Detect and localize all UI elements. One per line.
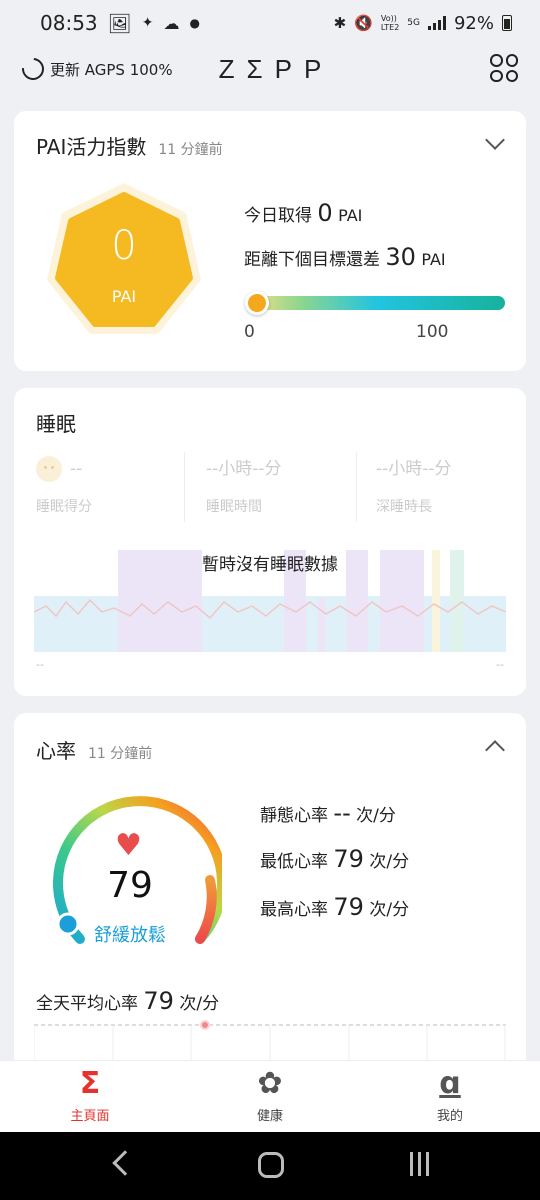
battery-icon xyxy=(502,15,512,31)
resting-label: 靜態心率 xyxy=(260,806,328,826)
nav-home[interactable]: Σ 主頁面 xyxy=(0,1061,180,1132)
pai-today-label: 今日取得 xyxy=(244,206,312,226)
pai-progress-max: 100 xyxy=(416,322,449,342)
sleep-time-value: --小時--分 xyxy=(206,459,282,479)
pai-today-value: 0 xyxy=(317,199,333,227)
agps-sync-text: 更新 AGPS 100% xyxy=(50,60,173,79)
sleep-divider xyxy=(356,452,357,522)
volte-indicator: Vo)) LTE2 xyxy=(380,14,400,32)
sync-spinner-icon xyxy=(17,53,49,85)
avg-value: 79 xyxy=(143,987,174,1015)
resting-heart-rate: 靜態心率 -- 次/分 xyxy=(260,799,396,827)
pai-remaining: 距離下個目標還差 30 PAI xyxy=(244,243,446,271)
nav-home-label: 主頁面 xyxy=(70,1109,110,1124)
home-icon[interactable] xyxy=(258,1152,284,1178)
pai-progress-knob xyxy=(245,291,269,315)
health-icon: ✿ xyxy=(257,1066,283,1101)
max-heart-rate: 最高心率 79 次/分 xyxy=(260,893,409,921)
pai-updated-time: 11 分鐘前 xyxy=(158,142,223,158)
zepp-logo: ZΣPP xyxy=(218,53,334,84)
pai-card-header: PAI活力指數 11 分鐘前 xyxy=(36,131,223,160)
status-time: 08:53 xyxy=(40,11,98,35)
sleep-score-value: -- xyxy=(70,459,83,479)
nav-health-label: 健康 xyxy=(256,1109,283,1124)
bottom-navigation: Σ 主頁面 ✿ 健康 ɑ 我的 xyxy=(0,1060,540,1132)
sleep-title: 睡眠 xyxy=(36,412,76,436)
pai-progress-min: 0 xyxy=(244,322,255,342)
assistant-notification-icon: ✦ xyxy=(141,15,154,31)
sleep-face-icon xyxy=(36,456,62,482)
heart-rate-card[interactable]: 心率 11 分鐘前 ♥ 79 舒緩放鬆 靜態心率 -- 次/分 最低心率 79 … xyxy=(14,713,526,1113)
nav-profile-label: 我的 xyxy=(436,1109,463,1124)
sleep-deep: --小時--分 深睡時長 xyxy=(376,456,452,516)
profile-icon: ɑ xyxy=(439,1066,461,1101)
recent-apps-icon[interactable] xyxy=(410,1152,429,1176)
heart-icon: ♥ xyxy=(115,828,142,863)
pai-card[interactable]: PAI活力指數 11 分鐘前 0 PAI 今日取得 0 PAI 距離下個目標還差… xyxy=(14,111,526,371)
pai-badge-value: 0 xyxy=(111,223,137,269)
bluetooth-icon: ✱ xyxy=(333,14,347,32)
app-header: 更新 AGPS 100% ZΣPP xyxy=(0,46,540,92)
mute-icon: 🔇 xyxy=(354,14,373,32)
system-navigation-bar xyxy=(0,1132,540,1200)
max-label: 最高心率 xyxy=(260,900,328,920)
network-gen-indicator: 5G xyxy=(407,18,420,28)
heart-rate-card-header: 心率 11 分鐘前 xyxy=(36,735,152,764)
sleep-time: --小時--分 睡眠時間 xyxy=(206,456,282,516)
signal-icon xyxy=(427,16,446,30)
sleep-chart-end: -- xyxy=(496,658,504,671)
status-bar: 08:53 🖼 ✦ ☁ ● ✱ 🔇 Vo)) LTE2 5G 92% xyxy=(0,0,540,46)
nav-profile[interactable]: ɑ 我的 xyxy=(360,1061,540,1132)
heart-rate-point xyxy=(200,1020,210,1030)
sleep-score: -- 睡眠得分 xyxy=(36,456,92,516)
pai-badge-unit: PAI xyxy=(111,287,137,306)
heart-rate-value: 79 xyxy=(107,865,153,906)
heart-rate-updated-time: 11 分鐘前 xyxy=(88,746,153,762)
pai-badge: 0 PAI xyxy=(38,177,210,349)
pai-remaining-value: 30 xyxy=(385,243,416,271)
min-value: 79 xyxy=(333,845,364,873)
agps-sync-status: 更新 AGPS 100% xyxy=(17,53,173,85)
sleep-chart-start: -- xyxy=(36,658,44,671)
chevron-down-icon[interactable] xyxy=(485,130,505,150)
sleep-time-label: 睡眠時間 xyxy=(206,499,262,515)
sleep-deep-label: 深睡時長 xyxy=(376,499,432,515)
pai-title: PAI活力指數 xyxy=(36,135,147,159)
back-icon[interactable] xyxy=(112,1150,138,1176)
grid-icon[interactable] xyxy=(490,54,518,82)
sleep-deep-value: --小時--分 xyxy=(376,459,452,479)
max-unit: 次/分 xyxy=(369,900,410,920)
heart-rate-zone: 舒緩放鬆 xyxy=(94,925,166,946)
avg-label: 全天平均心率 xyxy=(36,994,138,1014)
pai-today-unit: PAI xyxy=(338,206,363,225)
sleep-divider xyxy=(184,452,185,522)
chevron-up-icon[interactable] xyxy=(485,740,505,760)
sleep-card[interactable]: 睡眠 -- 睡眠得分 --小時--分 睡眠時間 --小時--分 深睡時長 暫時沒… xyxy=(14,388,526,696)
resting-unit: 次/分 xyxy=(356,806,396,826)
max-value: 79 xyxy=(333,893,364,921)
heart-rate-title: 心率 xyxy=(36,739,76,763)
sigma-icon: Σ xyxy=(79,1066,101,1101)
pai-today: 今日取得 0 PAI xyxy=(244,199,362,227)
avg-unit: 次/分 xyxy=(179,994,220,1014)
cloud-notification-icon: ☁ xyxy=(163,13,180,33)
min-unit: 次/分 xyxy=(369,852,410,872)
sleep-score-label: 睡眠得分 xyxy=(36,499,92,515)
pai-remaining-unit: PAI xyxy=(421,250,446,269)
min-heart-rate: 最低心率 79 次/分 xyxy=(260,845,409,873)
sleep-empty-message: 暫時沒有睡眠數據 xyxy=(202,555,338,575)
battery-percent: 92% xyxy=(453,12,494,34)
gallery-notification-icon: 🖼 xyxy=(107,12,132,35)
more-notifications-dot: ● xyxy=(189,16,200,30)
resting-value: -- xyxy=(333,799,351,827)
min-label: 最低心率 xyxy=(260,852,328,872)
nav-health[interactable]: ✿ 健康 xyxy=(180,1061,360,1132)
sleep-card-header: 睡眠 xyxy=(36,408,76,437)
pai-progress-track xyxy=(248,296,505,310)
pai-remaining-label: 距離下個目標還差 xyxy=(244,250,380,270)
average-heart-rate: 全天平均心率 79 次/分 xyxy=(36,987,219,1015)
